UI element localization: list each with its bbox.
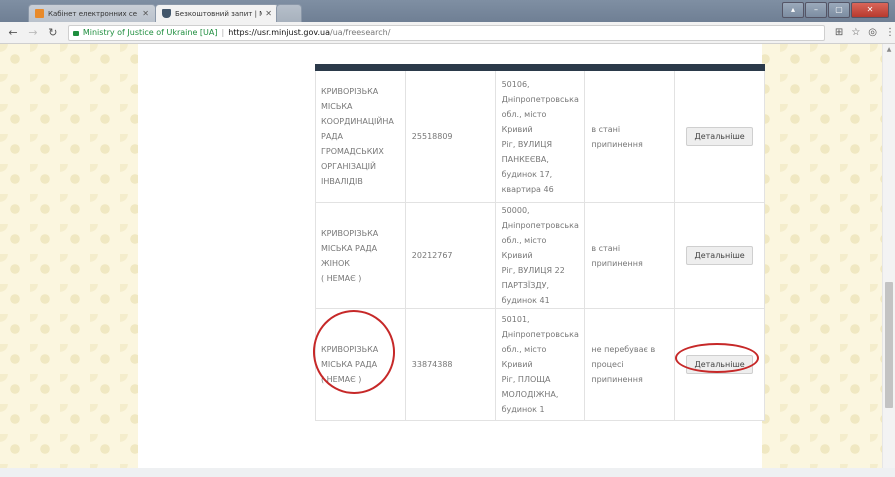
org-name-line: МІСЬКА РАДА xyxy=(321,243,378,253)
close-icon[interactable]: ✕ xyxy=(142,9,149,18)
address-line: Дніпропетровська xyxy=(501,330,579,339)
tab-cabinet[interactable]: Кабінет електронних се ✕ xyxy=(28,4,156,22)
forward-icon[interactable]: → xyxy=(26,26,40,39)
address-line: Дніпропетровська xyxy=(501,94,579,104)
address-bar: ← → ↻ Ministry of Justice of Ukraine [UA… xyxy=(0,22,895,44)
org-name-line: МІСЬКА РАДА xyxy=(321,360,378,369)
org-name-line: ( НЕМАЄ ) xyxy=(321,273,362,283)
address-line: будинок 17, xyxy=(501,169,553,179)
address-line: Ріг, ВУЛИЦЯ xyxy=(501,139,553,149)
site-favicon-icon xyxy=(35,9,44,18)
address-line: обл., місто Кривий xyxy=(501,345,547,369)
state-cell: не перебуває в процесі припинення xyxy=(584,308,676,421)
org-name-line: КООРДИНАЦІЙНА xyxy=(321,117,394,126)
org-name-line: ГРОМАДСЬКИХ xyxy=(321,147,384,156)
org-name-cell: КРИВОРІЗЬКА МІСЬКА РАДА ( НЕМАЄ ) xyxy=(308,305,406,421)
scrollbar-thumb[interactable] xyxy=(885,282,893,408)
details-button[interactable]: Детальніше xyxy=(686,246,753,265)
bottom-strip xyxy=(0,468,895,477)
org-name-line: ІНВАЛІДІВ xyxy=(321,177,363,186)
new-tab-button[interactable] xyxy=(276,4,302,22)
address-line: будинок 1 xyxy=(501,405,545,414)
action-cell: Детальніше xyxy=(674,308,765,421)
address-line: 50000, xyxy=(501,206,530,215)
tab-free-search[interactable]: Безкоштовний запит | М ✕ xyxy=(155,4,279,22)
tab-title: Кабінет електронних се xyxy=(48,9,138,18)
translate-icon[interactable]: ⊞ xyxy=(835,27,843,38)
org-name-wrap: КРИВОРІЗЬКА МІСЬКА РАДА ( НЕМАЄ ) xyxy=(308,305,400,399)
site-identity: Ministry of Justice of Ukraine [UA] xyxy=(82,28,218,37)
url-separator: | xyxy=(221,28,225,37)
address-line: обл., місто Кривий xyxy=(501,109,547,134)
reload-icon[interactable]: ↻ xyxy=(46,26,60,39)
address-line: Дніпропетровська xyxy=(501,221,579,230)
edrpou-code-cell: 33874388 xyxy=(404,308,496,421)
action-cell: Детальніше xyxy=(674,70,765,203)
state-line: не перебуває в xyxy=(591,345,656,354)
state-line: в стані припинення xyxy=(591,124,643,149)
address-line: МОЛОДІЖНА, xyxy=(501,390,559,399)
table-row: КРИВОРІЗЬКА МІСЬКА РАДА ( НЕМАЄ ) 338743… xyxy=(308,305,765,421)
tab-title: Безкоштовний запит | М xyxy=(175,9,263,18)
address-line: обл., місто Кривий xyxy=(501,236,547,260)
back-icon[interactable]: ← xyxy=(6,26,20,39)
minimize-icon[interactable]: – xyxy=(805,2,827,18)
user-icon[interactable]: ▴ xyxy=(782,2,804,18)
org-name-cell: КРИВОРІЗЬКА МІСЬКА РАДА ЖІНОК ( НЕМАЄ ) xyxy=(315,202,406,309)
action-cell: Детальніше xyxy=(674,202,765,309)
shield-favicon-icon xyxy=(162,9,171,18)
star-icon[interactable]: ☆ xyxy=(851,27,860,38)
table-row: КРИВОРІЗЬКА МІСЬКА РАДА ЖІНОК ( НЕМАЄ ) … xyxy=(315,202,765,309)
address-cell: 50106, Дніпропетровська обл., місто Крив… xyxy=(494,70,586,203)
org-name-cell: КРИВОРІЗЬКА МІСЬКА КООРДИНАЦІЙНА РАДА ГР… xyxy=(315,70,406,203)
org-name-line: ( НЕМАЄ ) xyxy=(321,375,362,384)
edrpou-code-cell: 25518809 xyxy=(404,70,496,203)
url-host: https://usr.minjust.gov.ua xyxy=(228,28,331,37)
state-line: припинення xyxy=(591,375,643,384)
address-cell: 50000, Дніпропетровська обл., місто Крив… xyxy=(494,202,586,309)
extension-icon[interactable]: ◎ xyxy=(868,27,877,38)
address-cell: 50101, Дніпропетровська обл., місто Крив… xyxy=(494,308,586,421)
maximize-icon[interactable]: ▢ xyxy=(828,2,850,18)
address-line: ПАНКЕЄВА, xyxy=(501,154,549,164)
address-line: 50106, xyxy=(501,79,530,89)
url-input[interactable]: Ministry of Justice of Ukraine [UA] | ht… xyxy=(67,24,825,41)
details-button[interactable]: Детальніше xyxy=(686,355,753,374)
details-button[interactable]: Детальніше xyxy=(686,127,753,146)
state-cell: в стані припинення xyxy=(584,70,676,203)
address-line: Ріг, ВУЛИЦЯ 22 xyxy=(501,266,565,275)
org-name-line: РАДА xyxy=(321,132,344,141)
window-controls: ▴ – ▢ ✕ xyxy=(782,2,889,18)
scroll-up-icon[interactable]: ▲ xyxy=(883,44,895,56)
org-name-line: КРИВОРІЗЬКА xyxy=(321,345,379,354)
state-line: в стані припинення xyxy=(591,243,643,268)
org-name-line: ОРГАНІЗАЦІЙ xyxy=(321,162,377,171)
state-cell: в стані припинення xyxy=(584,202,676,309)
table-row: КРИВОРІЗЬКА МІСЬКА КООРДИНАЦІЙНА РАДА ГР… xyxy=(315,70,765,203)
address-line: Ріг, ПЛОЩА xyxy=(501,375,551,384)
edrpou-code-cell: 20212767 xyxy=(404,202,496,309)
scrollbar[interactable]: ▲ xyxy=(882,44,895,468)
lock-icon xyxy=(72,31,79,36)
org-name-line: ЖІНОК xyxy=(321,258,350,268)
org-name-line: МІСЬКА xyxy=(321,102,353,111)
address-line: 50101, xyxy=(501,315,530,324)
close-icon[interactable]: ✕ xyxy=(265,9,272,18)
menu-icon[interactable]: ⋮ xyxy=(885,27,895,38)
url-path: /ua/freesearch/ xyxy=(330,28,391,37)
title-bar: Кабінет електронних се ✕ Безкоштовний за… xyxy=(0,0,895,22)
org-name-line: КРИВОРІЗЬКА xyxy=(321,228,379,238)
address-line: ПАРТЗЇЗДУ, xyxy=(501,281,550,290)
address-line: квартира 46 xyxy=(501,184,554,194)
address-line: будинок 41 xyxy=(501,296,550,305)
org-name-line: КРИВОРІЗЬКА xyxy=(321,87,379,96)
window-close-icon[interactable]: ✕ xyxy=(851,2,889,18)
results-table: КРИВОРІЗЬКА МІСЬКА КООРДИНАЦІЙНА РАДА ГР… xyxy=(308,64,765,421)
state-line: процесі xyxy=(591,360,624,369)
toolbar-icons: ⊞ ☆ ◎ ⋮ xyxy=(835,27,895,38)
button-wrap: Детальніше xyxy=(675,343,760,374)
